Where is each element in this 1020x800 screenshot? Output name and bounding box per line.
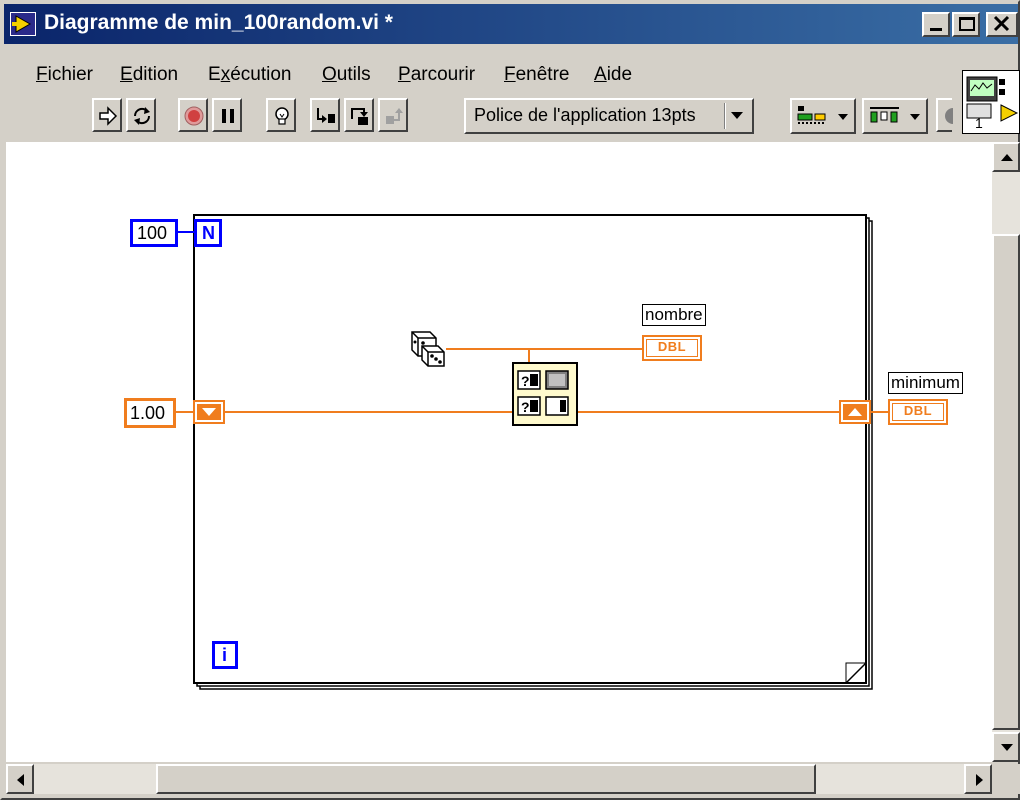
close-button[interactable] [986, 12, 1018, 37]
distribute-objects-button[interactable] [862, 98, 928, 134]
max-min-function-icon[interactable]: ? ? [512, 362, 578, 426]
step-out-icon [386, 108, 403, 124]
reorder-icon [945, 108, 953, 124]
menu-bar: Fichier Edition Exécution Outils Parcour… [4, 58, 944, 90]
chevron-down-icon [838, 114, 848, 120]
vi-icon-number: 1 [975, 115, 983, 131]
align-objects-button[interactable] [790, 98, 856, 134]
block-diagram[interactable]: 100 N i 1.00 ? ? nombre DBL minimum DBL [6, 142, 992, 762]
step-into-icon [317, 108, 335, 123]
menu-aide[interactable]: Aide [594, 64, 632, 86]
scrollbar-corner [992, 764, 1020, 794]
stop-icon [184, 106, 204, 126]
maximize-icon [959, 17, 975, 31]
align-objects-icon [797, 106, 826, 124]
initial-value-constant[interactable]: 1.00 [124, 398, 176, 428]
scroll-left-arrow-icon [17, 774, 24, 786]
scroll-left-button[interactable] [6, 764, 34, 794]
scroll-up-arrow-icon [1001, 154, 1013, 161]
menu-fichier[interactable]: Fichier [36, 64, 93, 86]
scroll-up-button[interactable] [992, 142, 1020, 172]
reorder-button[interactable] [936, 98, 953, 132]
minimum-indicator-label[interactable]: minimum [888, 372, 963, 394]
step-into-button[interactable] [310, 98, 340, 132]
count-terminal[interactable]: N [194, 219, 222, 247]
nombre-indicator-label[interactable]: nombre [642, 304, 706, 326]
minimize-icon [930, 28, 942, 31]
font-selector-separator [724, 103, 726, 129]
step-over-icon [351, 108, 368, 125]
nombre-indicator-terminal[interactable]: DBL [642, 335, 702, 361]
chevron-down-icon [910, 114, 920, 120]
step-over-button[interactable] [344, 98, 374, 132]
menu-outils[interactable]: Outils [322, 64, 371, 86]
vertical-scroll-thumb[interactable] [992, 234, 1020, 730]
svg-text:?: ? [521, 399, 530, 415]
pause-icon [222, 109, 234, 123]
vi-connector-icon[interactable]: 1 [962, 70, 1020, 134]
run-button[interactable] [92, 98, 122, 132]
close-icon [993, 15, 1010, 32]
scroll-right-button[interactable] [964, 764, 992, 794]
svg-text:?: ? [521, 373, 530, 389]
toolbar: Police de l'application 13pts [82, 94, 953, 138]
pause-button[interactable] [212, 98, 242, 132]
step-out-button[interactable] [378, 98, 408, 132]
run-continuously-icon [133, 107, 151, 125]
menu-fenetre[interactable]: Fenêtre [504, 64, 569, 86]
loop-count-constant[interactable]: 100 [130, 219, 178, 247]
chevron-down-icon [731, 112, 743, 119]
random-number-dice-icon[interactable] [406, 328, 446, 368]
font-selector[interactable]: Police de l'application 13pts [464, 98, 754, 134]
labview-app-icon [10, 12, 36, 36]
menu-parcourir[interactable]: Parcourir [398, 64, 475, 86]
run-continuously-button[interactable] [126, 98, 156, 132]
menu-execution[interactable]: Exécution [208, 64, 291, 86]
scroll-down-arrow-icon [1001, 744, 1013, 751]
scroll-right-arrow-icon [976, 774, 983, 786]
horizontal-scroll-thumb[interactable] [156, 764, 816, 794]
window-title: Diagramme de min_100random.vi * [44, 11, 393, 34]
highlight-execution-button[interactable] [266, 98, 296, 132]
minimize-button[interactable] [922, 12, 950, 37]
font-selector-label: Police de l'application 13pts [474, 105, 696, 125]
distribute-objects-icon [870, 107, 899, 123]
scroll-down-button[interactable] [992, 732, 1020, 762]
title-bar[interactable]: Diagramme de min_100random.vi * [4, 4, 1018, 44]
diagram-window: Diagramme de min_100random.vi * Fichier … [0, 0, 1020, 800]
iteration-terminal[interactable]: i [212, 641, 238, 669]
abort-button[interactable] [178, 98, 208, 132]
minimum-indicator-terminal[interactable]: DBL [888, 399, 948, 425]
maximize-button[interactable] [952, 12, 980, 37]
vertical-scrollbar[interactable] [992, 142, 1020, 762]
horizontal-scrollbar[interactable] [6, 764, 992, 794]
menu-edition[interactable]: Edition [120, 64, 178, 86]
run-arrow-icon [99, 106, 118, 126]
vi-icon-graph [966, 76, 1019, 122]
lightbulb-icon [275, 107, 289, 125]
